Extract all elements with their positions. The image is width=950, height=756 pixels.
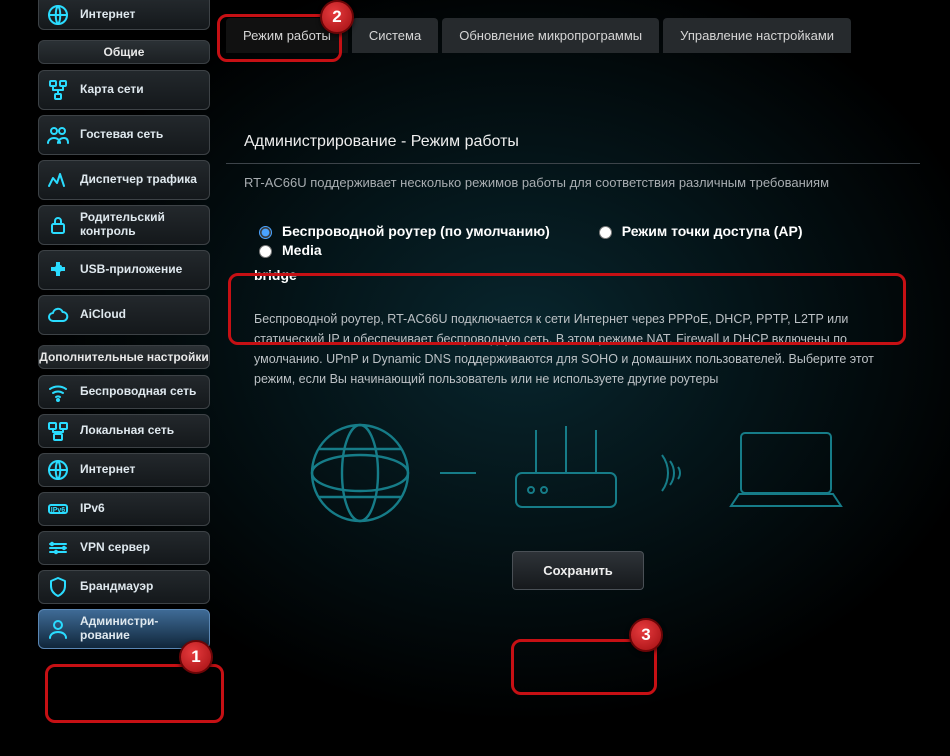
- sidebar-item-label: Интернет: [80, 8, 135, 22]
- ipv6-icon: IPv6: [45, 496, 71, 522]
- sidebar-item-label: AiCloud: [80, 308, 126, 322]
- radio-label: Media: [282, 242, 322, 258]
- radio-access-point[interactable]: Режим точки доступа (AP): [594, 223, 803, 239]
- wifi-waves-icon: [654, 443, 698, 503]
- lock-icon: [45, 212, 71, 238]
- radio-media-bridge-input[interactable]: [259, 245, 272, 258]
- save-button[interactable]: Сохранить: [512, 551, 644, 590]
- tab-system[interactable]: Система: [352, 18, 438, 53]
- page-title: Администрирование - Режим работы: [226, 121, 920, 164]
- sidebar-item-label: Гостевая сеть: [80, 128, 163, 142]
- sidebar-item-wan[interactable]: Интернет: [38, 453, 210, 487]
- sidebar-heading-general: Общие: [38, 40, 210, 64]
- sidebar-item-guest-network[interactable]: Гостевая сеть: [38, 115, 210, 155]
- svg-text:IPv6: IPv6: [51, 507, 66, 514]
- traffic-icon: [45, 167, 71, 193]
- sidebar-heading-advanced: Дополнительные настройки: [38, 345, 210, 369]
- sidebar-item-label: Карта сети: [80, 83, 144, 97]
- sidebar-item-label: Брандмауэр: [80, 580, 153, 594]
- operation-mode-radios: Беспроводной роутер (по умолчанию) Режим…: [240, 211, 920, 295]
- sidebar-item-label: Администри-рование: [80, 615, 203, 643]
- sidebar-item-lan[interactable]: Локальная сеть: [38, 414, 210, 448]
- mode-description: Беспроводной роутер, RT-AC66U подключает…: [226, 309, 930, 389]
- shield-icon: [45, 574, 71, 600]
- link-line-icon: [438, 463, 478, 483]
- sidebar-item-internet-top[interactable]: Интернет: [38, 0, 210, 30]
- admin-panel: Администрирование - Режим работы RT-AC66…: [226, 121, 930, 590]
- tab-settings[interactable]: Управление настройками: [663, 18, 851, 53]
- guest-network-icon: [45, 122, 71, 148]
- sidebar-item-label: Родительский контроль: [80, 211, 203, 239]
- radio-media-bridge-line2: bridge: [254, 267, 906, 283]
- callout-badge-3: 3: [629, 618, 663, 652]
- callout-badge-2: 2: [320, 0, 354, 34]
- globe-icon: [45, 2, 71, 28]
- lan-icon: [45, 418, 71, 444]
- sidebar-item-traffic-manager[interactable]: Диспетчер трафика: [38, 160, 210, 200]
- sidebar-item-parental-control[interactable]: Родительский контроль: [38, 205, 210, 245]
- sidebar-item-label: USB-приложение: [80, 263, 182, 277]
- vpn-icon: [45, 535, 71, 561]
- sidebar-item-aicloud[interactable]: AiCloud: [38, 295, 210, 335]
- cloud-icon: [45, 302, 71, 328]
- wifi-icon: [45, 379, 71, 405]
- globe-icon: [45, 457, 71, 483]
- admin-icon: [45, 616, 71, 642]
- sidebar-item-label: Интернет: [80, 463, 135, 477]
- sidebar-item-label: VPN сервер: [80, 541, 150, 555]
- topology-illustration: [226, 413, 930, 533]
- tab-firmware[interactable]: Обновление микропрограммы: [442, 18, 659, 53]
- radio-wireless-router[interactable]: Беспроводной роутер (по умолчанию): [254, 223, 550, 239]
- callout-badge-1: 1: [179, 640, 213, 674]
- sidebar-item-firewall[interactable]: Брандмауэр: [38, 570, 210, 604]
- sidebar-item-label: Диспетчер трафика: [80, 173, 197, 187]
- radio-label: Беспроводной роутер (по умолчанию): [282, 223, 550, 239]
- radio-wireless-router-input[interactable]: [259, 226, 272, 239]
- globe-illustration-icon: [300, 413, 420, 533]
- network-map-icon: [45, 77, 71, 103]
- router-illustration-icon: [496, 418, 636, 528]
- sidebar-item-wireless[interactable]: Беспроводная сеть: [38, 375, 210, 409]
- sidebar-item-usb-app[interactable]: USB-приложение: [38, 250, 210, 290]
- page-subtitle: RT-AC66U поддерживает несколько режимов …: [226, 164, 930, 211]
- sidebar-item-label: Беспроводная сеть: [80, 385, 196, 399]
- sidebar-item-vpn[interactable]: VPN сервер: [38, 531, 210, 565]
- laptop-illustration-icon: [716, 418, 856, 528]
- sidebar-item-network-map[interactable]: Карта сети: [38, 70, 210, 110]
- puzzle-icon: [45, 257, 71, 283]
- sidebar-item-label: IPv6: [80, 502, 105, 516]
- radio-label: Режим точки доступа (AP): [622, 223, 803, 239]
- radio-media-bridge[interactable]: Media: [254, 242, 322, 258]
- sidebar-item-label: Локальная сеть: [80, 424, 174, 438]
- radio-access-point-input[interactable]: [599, 226, 612, 239]
- sidebar-item-ipv6[interactable]: IPv6 IPv6: [38, 492, 210, 526]
